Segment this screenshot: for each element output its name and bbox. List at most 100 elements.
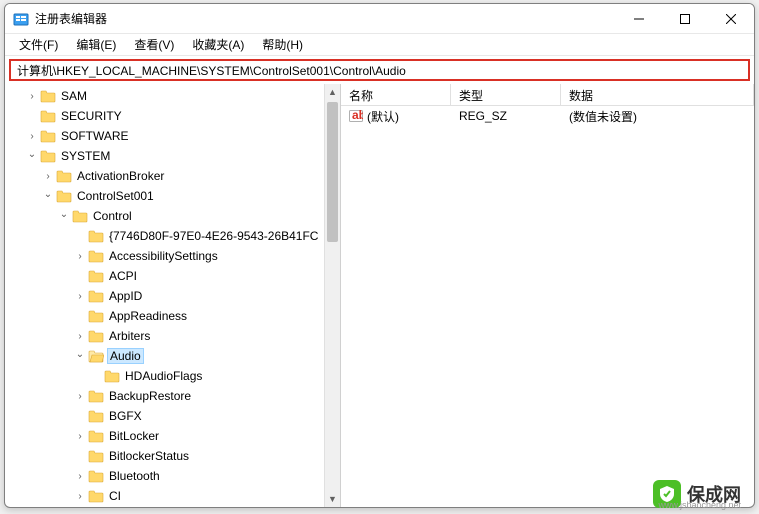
tree-item-label: HDAudioFlags xyxy=(123,369,204,383)
folder-icon xyxy=(88,309,104,323)
chevron-down-icon[interactable]: ⌄ xyxy=(41,189,55,200)
watermark: 保成网 www.jsbaocheng.net xyxy=(653,480,741,508)
address-bar-container xyxy=(5,56,754,84)
watermark-url: www.jsbaocheng.net xyxy=(658,500,741,510)
tree-item-label: CI xyxy=(107,489,123,503)
tree-item-bgfx[interactable]: ›BGFX xyxy=(5,406,340,426)
folder-icon xyxy=(40,89,56,103)
tree-item-audio[interactable]: ⌄ Audio xyxy=(5,346,340,366)
folder-icon xyxy=(56,189,72,203)
chevron-right-icon[interactable]: › xyxy=(25,91,39,102)
value-name: (默认) xyxy=(367,108,399,125)
folder-icon xyxy=(88,229,104,243)
title-bar[interactable]: 注册表编辑器 xyxy=(5,4,754,34)
tree-item-label: BackupRestore xyxy=(107,389,193,403)
chevron-down-icon[interactable]: ⌄ xyxy=(73,349,87,360)
value-data: (数值未设置) xyxy=(561,108,754,125)
scroll-thumb[interactable] xyxy=(327,102,338,242)
tree-item-activationbroker[interactable]: ›ActivationBroker xyxy=(5,166,340,186)
window-title: 注册表编辑器 xyxy=(35,10,616,27)
close-button[interactable] xyxy=(708,4,754,33)
tree-item-acpi[interactable]: ›ACPI xyxy=(5,266,340,286)
folder-open-icon xyxy=(88,349,104,363)
tree-item-label: Audio xyxy=(107,348,144,364)
folder-icon xyxy=(88,469,104,483)
menu-edit[interactable]: 编辑(E) xyxy=(68,34,124,55)
folder-icon xyxy=(88,389,104,403)
tree-item-backuprestore[interactable]: › BackupRestore xyxy=(5,386,340,406)
column-name[interactable]: 名称 xyxy=(341,84,451,105)
menu-file[interactable]: 文件(F) xyxy=(11,34,66,55)
tree-item-control[interactable]: ⌄ Control xyxy=(5,206,340,226)
tree-pane[interactable]: ›SAM›SECURITY › SOFTWARE ⌄ SYSTEM ›Activation… xyxy=(5,84,341,507)
tree-item-label: ACPI xyxy=(107,269,139,283)
chevron-right-icon[interactable]: › xyxy=(73,431,87,442)
folder-icon xyxy=(88,269,104,283)
menu-help[interactable]: 帮助(H) xyxy=(254,34,311,55)
tree-item-label: {7746D80F-97E0-4E26-9543-26B41FC xyxy=(107,229,320,243)
registry-editor-window: 注册表编辑器 文件(F) 编辑(E) 查看(V) 收藏夹(A) 帮助(H) ›S… xyxy=(4,3,755,508)
tree-item-accessibilitysettings[interactable]: › AccessibilitySettings xyxy=(5,246,340,266)
tree-item-label: Arbiters xyxy=(107,329,152,343)
tree-item-label: AppReadiness xyxy=(107,309,189,323)
minimize-button[interactable] xyxy=(616,4,662,33)
menu-view[interactable]: 查看(V) xyxy=(126,34,182,55)
chevron-right-icon[interactable]: › xyxy=(73,491,87,502)
chevron-right-icon[interactable]: › xyxy=(73,251,87,262)
chevron-right-icon[interactable]: › xyxy=(73,471,87,482)
tree-item-arbiters[interactable]: › Arbiters xyxy=(5,326,340,346)
tree-item-label: SOFTWARE xyxy=(59,129,131,143)
tree-item-hdaudioflags[interactable]: ›HDAudioFlags xyxy=(5,366,340,386)
tree-item-7746d80f-97e0-4e26-9543-26b41fc[interactable]: ›{7746D80F-97E0-4E26-9543-26B41FC xyxy=(5,226,340,246)
scroll-up-button[interactable]: ▲ xyxy=(325,84,340,100)
tree-item-label: BitLocker xyxy=(107,429,161,443)
tree-item-bitlockerstatus[interactable]: ›BitlockerStatus xyxy=(5,446,340,466)
list-row[interactable]: ab (默认) REG_SZ (数值未设置) xyxy=(341,106,754,126)
chevron-right-icon[interactable]: › xyxy=(73,331,87,342)
chevron-right-icon[interactable]: › xyxy=(73,291,87,302)
chevron-right-icon[interactable]: › xyxy=(25,131,39,142)
tree-item-ci[interactable]: › CI xyxy=(5,486,340,506)
chevron-right-icon[interactable]: › xyxy=(41,171,55,182)
content-area: ›SAM›SECURITY › SOFTWARE ⌄ SYSTEM ›Activation… xyxy=(5,84,754,507)
tree-item-label: AppID xyxy=(107,289,144,303)
chevron-down-icon[interactable]: ⌄ xyxy=(25,149,39,160)
tree-item-security[interactable]: ›SECURITY xyxy=(5,106,340,126)
value-type: REG_SZ xyxy=(451,109,561,123)
chevron-right-icon[interactable]: › xyxy=(73,391,87,402)
tree-item-bitlocker[interactable]: › BitLocker xyxy=(5,426,340,446)
menu-favorites[interactable]: 收藏夹(A) xyxy=(184,34,252,55)
tree-item-software[interactable]: › SOFTWARE xyxy=(5,126,340,146)
tree-scrollbar[interactable]: ▲ ▼ xyxy=(324,84,340,507)
menu-bar: 文件(F) 编辑(E) 查看(V) 收藏夹(A) 帮助(H) xyxy=(5,34,754,56)
tree-item-label: BitlockerStatus xyxy=(107,449,191,463)
chevron-down-icon[interactable]: ⌄ xyxy=(57,209,71,220)
folder-icon xyxy=(40,149,56,163)
tree-item-bluetooth[interactable]: › Bluetooth xyxy=(5,466,340,486)
folder-icon xyxy=(88,429,104,443)
column-data[interactable]: 数据 xyxy=(561,84,754,105)
tree-item-label: Control xyxy=(91,209,134,223)
tree-item-appid[interactable]: › AppID xyxy=(5,286,340,306)
tree-item-label: BGFX xyxy=(107,409,144,423)
folder-icon xyxy=(40,129,56,143)
list-body[interactable]: ab (默认) REG_SZ (数值未设置) xyxy=(341,106,754,507)
tree-item-label: SYSTEM xyxy=(59,149,112,163)
maximize-button[interactable] xyxy=(662,4,708,33)
tree-item-sam[interactable]: ›SAM xyxy=(5,86,340,106)
tree-item-controlset001[interactable]: ⌄ ControlSet001 xyxy=(5,186,340,206)
tree-item-system[interactable]: ⌄ SYSTEM xyxy=(5,146,340,166)
app-icon xyxy=(13,11,29,27)
scroll-down-button[interactable]: ▼ xyxy=(325,491,340,507)
tree-item-appreadiness[interactable]: ›AppReadiness xyxy=(5,306,340,326)
tree-item-label: AccessibilitySettings xyxy=(107,249,220,263)
folder-icon xyxy=(104,369,120,383)
column-type[interactable]: 类型 xyxy=(451,84,561,105)
folder-icon xyxy=(72,209,88,223)
tree-item-label: Bluetooth xyxy=(107,469,162,483)
folder-icon xyxy=(40,109,56,123)
tree-item-label: ControlSet001 xyxy=(75,189,156,203)
folder-icon xyxy=(88,249,104,263)
value-name-cell: ab (默认) xyxy=(341,108,451,125)
address-input[interactable] xyxy=(9,59,750,81)
